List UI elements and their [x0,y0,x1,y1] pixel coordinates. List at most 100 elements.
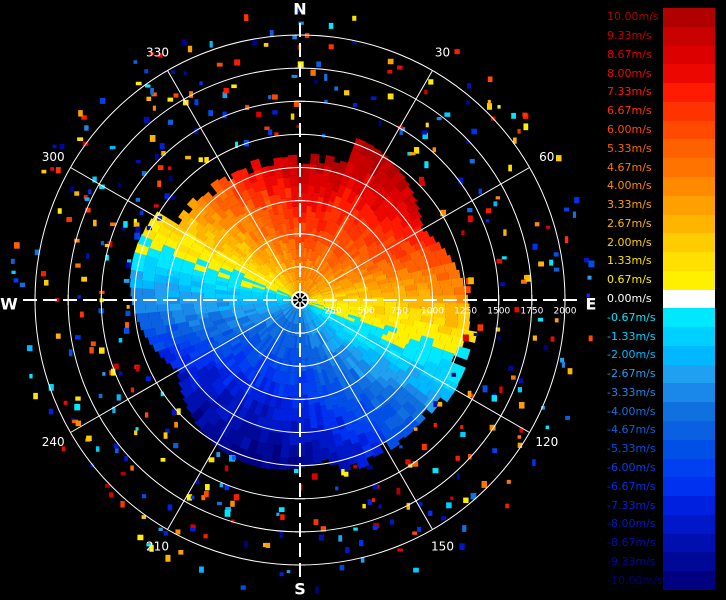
clutter-speck [74,403,81,411]
clutter-speck [517,387,522,393]
clutter-speck [268,95,272,100]
legend-swatch [663,308,715,328]
clutter-speck [338,535,343,542]
clutter-speck [50,167,55,171]
clutter-speck [588,335,593,342]
clutter-speck [463,497,469,503]
clutter-speck [493,201,498,207]
clutter-speck [154,154,159,161]
legend-swatch [663,496,715,516]
clutter-speck [168,175,173,182]
clutter-speck [473,332,479,337]
compass-south: S [294,580,306,599]
clutter-speck [487,99,491,104]
clutter-speck [223,87,229,94]
clutter-speck [503,229,507,236]
clutter-speck [274,132,279,136]
clutter-speck [181,39,188,46]
clutter-speck [553,267,560,272]
legend-swatch [663,514,715,535]
legend-label: 2.67m/s [607,216,652,230]
clutter-speck [75,420,81,427]
legend-label: -4.67m/s [607,423,656,437]
clutter-speck [198,157,203,163]
clutter-speck [409,152,416,156]
clutter-speck [278,507,285,513]
clutter-speck [79,311,84,318]
bearing-label-240: 240 [42,435,65,449]
legend-swatch [663,383,715,403]
clutter-speck [511,375,516,380]
clutter-speck [233,494,240,501]
clutter-speck [75,263,81,268]
clutter-speck [506,479,511,484]
clutter-speck [466,100,471,105]
bearing-label-60: 60 [539,150,554,164]
clutter-speck [216,452,221,458]
clutter-speck [387,93,394,100]
clutter-speck [113,363,119,369]
clutter-speck [264,126,270,130]
clutter-speck [433,422,437,428]
legend-label: 6.67m/s [607,104,652,118]
bearing-label-120: 120 [535,435,558,449]
clutter-speck [460,431,466,438]
clutter-speck [341,469,345,476]
clutter-speck [370,96,377,101]
clutter-speck [522,112,528,117]
legend-label: 0.67m/s [607,273,652,287]
clutter-speck [48,408,54,415]
clutter-speck [29,373,33,379]
clutter-speck [428,79,434,85]
clutter-speck [88,189,92,195]
clutter-speck [328,22,334,29]
clutter-speck [497,336,501,341]
clutter-speck [135,81,142,86]
clutter-speck [135,427,139,431]
clutter-speck [508,164,512,172]
legend-label: 3.33m/s [607,198,652,212]
clutter-speck [462,334,469,342]
clutter-speck [102,372,106,376]
clutter-speck [497,105,501,109]
clutter-speck [268,129,273,136]
range-label-1750: 1750 [520,307,543,317]
clutter-speck [125,310,131,317]
clutter-speck [486,103,493,110]
clutter-speck [588,260,595,268]
clutter-speck [194,99,199,106]
clutter-speck [421,130,427,135]
clutter-speck [367,499,373,505]
clutter-speck [203,534,208,539]
legend-label: -6.67m/s [607,479,656,493]
clutter-speck [487,76,493,83]
clutter-speck [311,473,318,480]
legend-swatch [663,139,715,159]
clutter-speck [130,387,135,393]
clutter-speck [123,327,130,334]
clutter-speck [451,372,457,377]
clutter-speck [405,459,411,465]
clutter-speck [421,443,427,451]
clutter-speck [216,501,222,506]
clutter-speck [471,128,477,135]
legend-swatch [663,176,715,197]
clutter-speck [505,503,509,509]
legend-swatch [663,327,715,347]
clutter-speck [55,333,61,339]
legend-swatch [663,533,715,553]
clutter-speck [345,546,350,554]
clutter-speck [532,335,537,341]
clutter-speck [109,145,116,150]
clutter-speck [518,401,525,409]
clutter-speck [163,530,168,536]
clutter-speck [465,286,471,294]
legend-label: -3.33m/s [607,385,656,399]
clutter-speck [313,79,318,84]
clutter-speck [144,412,149,418]
legend-swatch [663,252,715,272]
clutter-speck [517,435,522,439]
clutter-speck [216,62,223,67]
clutter-speck [10,258,15,264]
clutter-speck [144,69,149,74]
